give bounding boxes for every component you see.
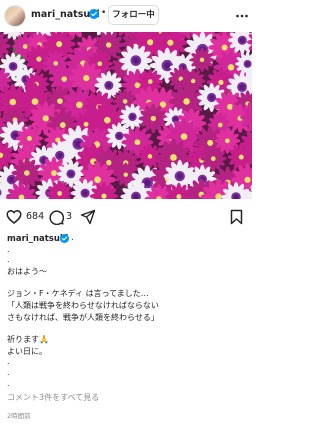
caption-first-line: .: [71, 233, 74, 243]
post-photo[interactable]: [0, 32, 252, 199]
comment-count[interactable]: 3: [66, 211, 72, 222]
more-icon[interactable]: [235, 9, 249, 23]
bookmark-icon[interactable]: [229, 209, 244, 225]
post-header: mari_natsuki • フォロー中: [0, 0, 252, 32]
heart-icon[interactable]: [6, 209, 22, 225]
caption-line: 祈ります🙏: [7, 335, 49, 344]
action-bar: 684 3: [0, 205, 252, 229]
share-icon[interactable]: [80, 209, 96, 225]
following-button[interactable]: フォロー中: [108, 5, 159, 25]
verified-badge-icon: [60, 234, 69, 243]
caption-line: よい日に。: [7, 347, 47, 356]
caption-line: .: [7, 255, 10, 264]
avatar[interactable]: [5, 6, 25, 26]
caption-line: さもなければ、戦争が人類を終わらせる」: [7, 313, 159, 322]
caption-line: 「人類は戦争を終わらせなければならない: [7, 301, 159, 310]
post-timestamp: 2時間前: [7, 412, 31, 420]
view-all-comments-link[interactable]: コメント3件をすべて見る: [7, 392, 99, 403]
caption-line: .: [7, 245, 10, 254]
caption-line: .: [7, 379, 10, 388]
separator-dot: •: [101, 8, 107, 18]
caption-line: .: [7, 368, 10, 377]
caption-line: ジョン・F・ケネディ は言ってました…: [7, 289, 149, 298]
caption-line: おはよう～: [7, 267, 47, 276]
flower-photo-image: [0, 32, 252, 199]
like-count[interactable]: 684: [26, 211, 44, 222]
caption-line: .: [7, 357, 10, 366]
verified-badge-icon: [89, 9, 99, 19]
comment-icon[interactable]: [48, 209, 64, 225]
